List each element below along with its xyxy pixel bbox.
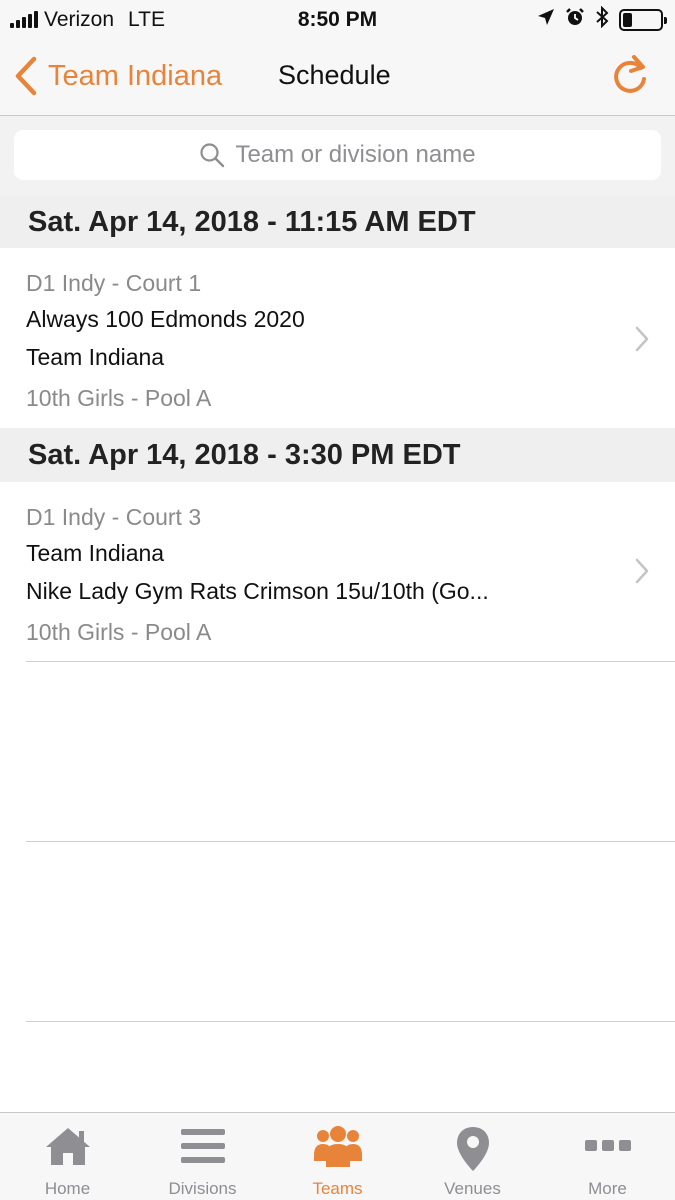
search-placeholder: Team or division name	[235, 141, 476, 168]
refresh-button[interactable]	[611, 54, 649, 101]
game-venue: D1 Indy - Court 1	[26, 270, 202, 296]
game-team-1: Team Indiana	[26, 540, 165, 566]
navigation-bar: Team Indiana Schedule	[0, 38, 675, 116]
search-icon	[200, 143, 225, 168]
tab-venues[interactable]: Venues	[405, 1113, 540, 1200]
section-header-date: Sat. Apr 14, 2018 - 3:30 PM EDT	[0, 428, 675, 482]
back-button-label: Team Indiana	[48, 59, 223, 92]
game-row[interactable]: D1 Indy - Court 3 Team Indiana Nike Lady…	[0, 482, 675, 660]
home-icon	[0, 1125, 135, 1167]
tab-label: More	[588, 1179, 627, 1198]
game-row[interactable]: D1 Indy - Court 1 Always 100 Edmonds 202…	[0, 248, 675, 428]
chevron-left-icon	[15, 56, 37, 96]
back-button[interactable]: Team Indiana	[14, 56, 222, 96]
more-dots-icon	[540, 1125, 675, 1167]
tab-label: Home	[44, 1179, 91, 1198]
tab-teams[interactable]: Teams	[270, 1113, 405, 1200]
tab-more[interactable]: More	[540, 1113, 675, 1200]
tab-label: Venues	[444, 1179, 501, 1198]
tab-label: Teams	[312, 1179, 363, 1198]
section-header-date: Sat. Apr 14, 2018 - 11:15 AM EDT	[0, 196, 675, 248]
list-divider	[26, 841, 675, 842]
tab-label: Divisions	[168, 1179, 237, 1198]
status-right	[537, 5, 667, 34]
search-area: Team or division name	[0, 116, 675, 196]
people-icon	[270, 1125, 405, 1169]
game-team-2: Nike Lady Gym Rats Crimson 15u/10th (Go.…	[26, 578, 489, 604]
game-division: 10th Girls - Pool A	[26, 619, 212, 645]
list-icon	[135, 1125, 270, 1167]
map-pin-icon	[405, 1125, 540, 1173]
list-divider	[26, 661, 675, 662]
search-input[interactable]: Team or division name	[14, 130, 661, 180]
alarm-clock-icon	[565, 7, 585, 33]
list-divider	[26, 1021, 675, 1022]
game-division: 10th Girls - Pool A	[26, 385, 212, 411]
battery-fill	[623, 13, 632, 27]
tab-bar: Home Divisions Teams Venues More	[0, 1112, 675, 1200]
refresh-icon	[614, 55, 646, 93]
battery-icon	[619, 9, 667, 31]
game-venue: D1 Indy - Court 3	[26, 504, 202, 530]
game-team-1: Always 100 Edmonds 2020	[26, 306, 305, 332]
bluetooth-icon	[595, 5, 609, 34]
tab-divisions[interactable]: Divisions	[135, 1113, 270, 1200]
status-bar: Verizon LTE 8:50 PM	[0, 0, 675, 38]
location-arrow-icon	[537, 8, 555, 32]
tab-home[interactable]: Home	[0, 1113, 135, 1200]
page-title: Schedule	[278, 60, 391, 90]
chevron-right-icon	[635, 558, 649, 584]
chevron-right-icon	[635, 326, 649, 352]
game-team-2: Team Indiana	[26, 344, 165, 370]
